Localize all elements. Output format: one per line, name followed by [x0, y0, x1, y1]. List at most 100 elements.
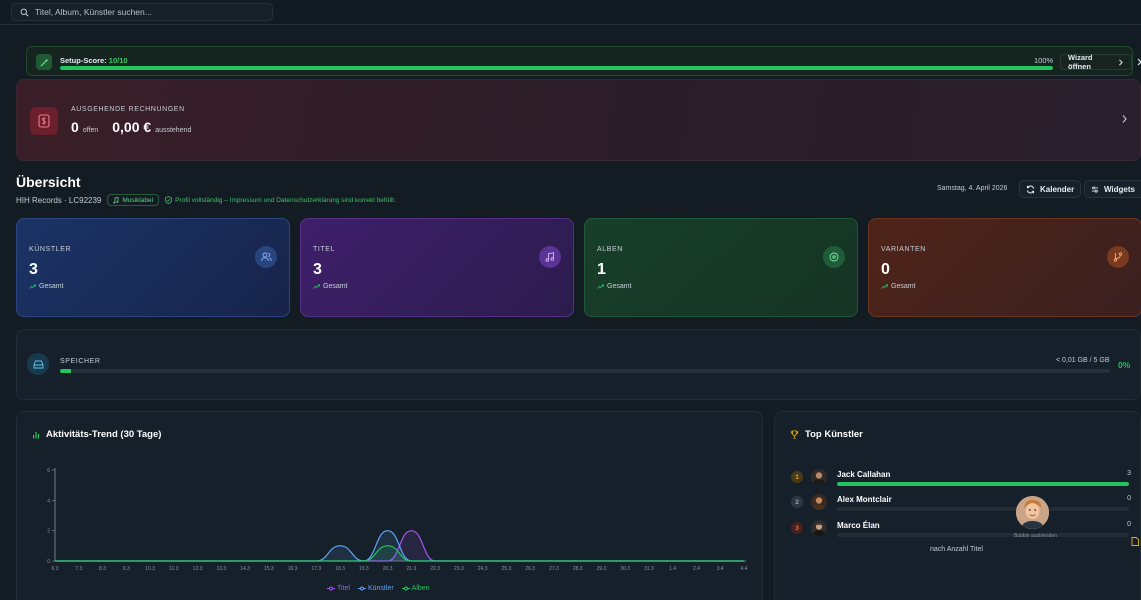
assistant-bubble-avatar[interactable] — [1016, 496, 1049, 529]
search-box[interactable] — [11, 3, 273, 21]
label-type-text: Musiklabel — [122, 196, 154, 204]
stat-card-variants[interactable]: VARIANTEN 0 Gesamt — [868, 218, 1141, 317]
stat-sub: Gesamt — [597, 283, 632, 290]
widgets-button[interactable]: Widgets — [1084, 180, 1141, 198]
artist-bar — [837, 482, 1129, 486]
hard-drive-icon — [27, 353, 49, 375]
artist-bar — [837, 533, 1129, 537]
calendar-button[interactable]: Kalender — [1019, 180, 1082, 198]
stat-sub: Gesamt — [881, 283, 916, 290]
stat-label: ALBEN — [597, 246, 623, 253]
trend-up-icon — [29, 284, 36, 289]
y-tick-label: 0 — [47, 559, 50, 565]
stat-card-albums[interactable]: ALBEN 1 Gesamt — [584, 218, 858, 317]
avatar — [811, 494, 827, 510]
profile-status-text: Profil vollständig – Impressum und Daten… — [175, 196, 396, 204]
hide-bubble-label[interactable]: Bubble ausblenden — [1014, 533, 1057, 539]
open-wizard-button[interactable]: Wizard öffnen — [1060, 53, 1132, 71]
chevron-right-icon — [1119, 59, 1124, 65]
shield-check-icon — [165, 196, 172, 204]
calendar-label: Kalender — [1040, 184, 1075, 194]
widgets-label: Widgets — [1103, 184, 1135, 194]
artist-name: Jack Callahan — [837, 470, 891, 479]
stat-card-titles[interactable]: TITEL 3 Gesamt — [300, 218, 574, 317]
sort-hint: nach Anzahl Titel — [930, 546, 983, 553]
disc-icon — [823, 246, 845, 268]
stat-sub: Gesamt — [29, 283, 64, 290]
x-tick-label: 13.3 — [216, 566, 226, 572]
x-tick-label: 23.3 — [454, 566, 464, 572]
x-tick-label: 7.3 — [75, 566, 82, 572]
x-tick-label: 10.3 — [145, 566, 155, 572]
outgoing-invoices-card[interactable]: AUSGEHENDE RECHNUNGEN 0 offen 0,00 € aus… — [16, 79, 1141, 161]
avatar — [811, 469, 827, 485]
artist-count: 3 — [1127, 470, 1131, 477]
artist-count: 0 — [1127, 495, 1131, 502]
stat-card-artists[interactable]: KÜNSTLER 3 Gesamt — [16, 218, 290, 317]
setup-score-banner: Setup-Score: 10/10 100% Wizard öffnen — [26, 46, 1141, 76]
storage-progress-fill — [60, 369, 71, 373]
x-tick-label: 18.3 — [335, 566, 345, 572]
trend-up-icon — [313, 284, 320, 289]
branch-icon — [1107, 246, 1129, 268]
storage-card: SPEICHER < 0,01 GB / 5 GB 0% — [16, 329, 1141, 400]
artist-row[interactable]: 3 Marco Élan 0 — [791, 518, 1131, 540]
setup-progress-fill — [60, 66, 1053, 70]
y-tick-label: 2 — [47, 529, 50, 535]
x-tick-label: 8.3 — [99, 566, 106, 572]
users-icon — [255, 246, 277, 268]
dollar-icon — [30, 107, 58, 135]
artist-bar — [837, 507, 1129, 511]
stat-sub: Gesamt — [313, 283, 348, 290]
x-tick-label: 31.3 — [644, 566, 654, 572]
legend-item-titel: Titel — [327, 585, 350, 592]
artist-row[interactable]: 2 Alex Montclair 0 — [791, 492, 1131, 514]
trend-up-icon — [597, 284, 604, 289]
sliders-icon — [1091, 185, 1099, 193]
wand-icon — [36, 54, 52, 70]
trend-up-icon — [881, 284, 888, 289]
music-note-icon — [113, 196, 119, 203]
outstanding-label: ausstehend — [155, 127, 192, 134]
x-tick-label: 14.3 — [240, 566, 250, 572]
legend-item-kuenstler: Künstler — [357, 585, 394, 592]
x-tick-label: 29.3 — [597, 566, 607, 572]
stat-label: TITEL — [313, 246, 336, 253]
close-icon — [1137, 58, 1141, 66]
current-date: Samstag, 4. April 2026 — [937, 185, 1008, 192]
chevron-right-icon — [1122, 115, 1127, 123]
setup-percent: 100% — [1034, 56, 1054, 65]
refresh-icon — [1026, 185, 1035, 193]
x-tick-label: 27.3 — [549, 566, 559, 572]
x-tick-label: 30.3 — [620, 566, 630, 572]
close-banner-button[interactable] — [1134, 55, 1141, 69]
page-title: Übersicht — [16, 174, 81, 190]
x-tick-label: 28.3 — [573, 566, 583, 572]
x-tick-label: 1.4 — [669, 566, 676, 572]
x-tick-label: 20.3 — [383, 566, 393, 572]
label-info: HIH Records · LC92239 — [16, 195, 102, 205]
artist-bar-fill — [837, 482, 1129, 486]
x-tick-label: 19.3 — [359, 566, 369, 572]
note-icon[interactable] — [1131, 537, 1139, 546]
overview-subline: HIH Records · LC92239 Musiklabel Profil … — [16, 193, 396, 207]
outstanding-amount: 0,00 € — [112, 119, 152, 135]
x-tick-label: 2.4 — [693, 566, 700, 572]
trophy-icon — [790, 430, 799, 439]
top-bar — [0, 0, 1141, 25]
artist-row[interactable]: 1 Jack Callahan 3 — [791, 467, 1131, 489]
y-tick-label: 4 — [47, 498, 50, 504]
storage-label: SPEICHER — [60, 358, 101, 365]
stat-value: 3 — [29, 261, 38, 278]
artist-name: Marco Élan — [837, 521, 880, 530]
stat-value: 0 — [881, 261, 890, 278]
setup-score-value: 10/10 — [108, 56, 128, 65]
stat-value: 3 — [313, 261, 322, 278]
open-invoices-label: offen — [82, 127, 99, 134]
legend-item-alben: Alben — [401, 585, 430, 592]
rank-badge: 1 — [791, 471, 803, 483]
open-invoices-count: 0 — [71, 119, 79, 135]
x-tick-label: 25.3 — [502, 566, 512, 572]
search-input[interactable] — [35, 7, 265, 17]
rank-badge: 2 — [791, 496, 803, 508]
